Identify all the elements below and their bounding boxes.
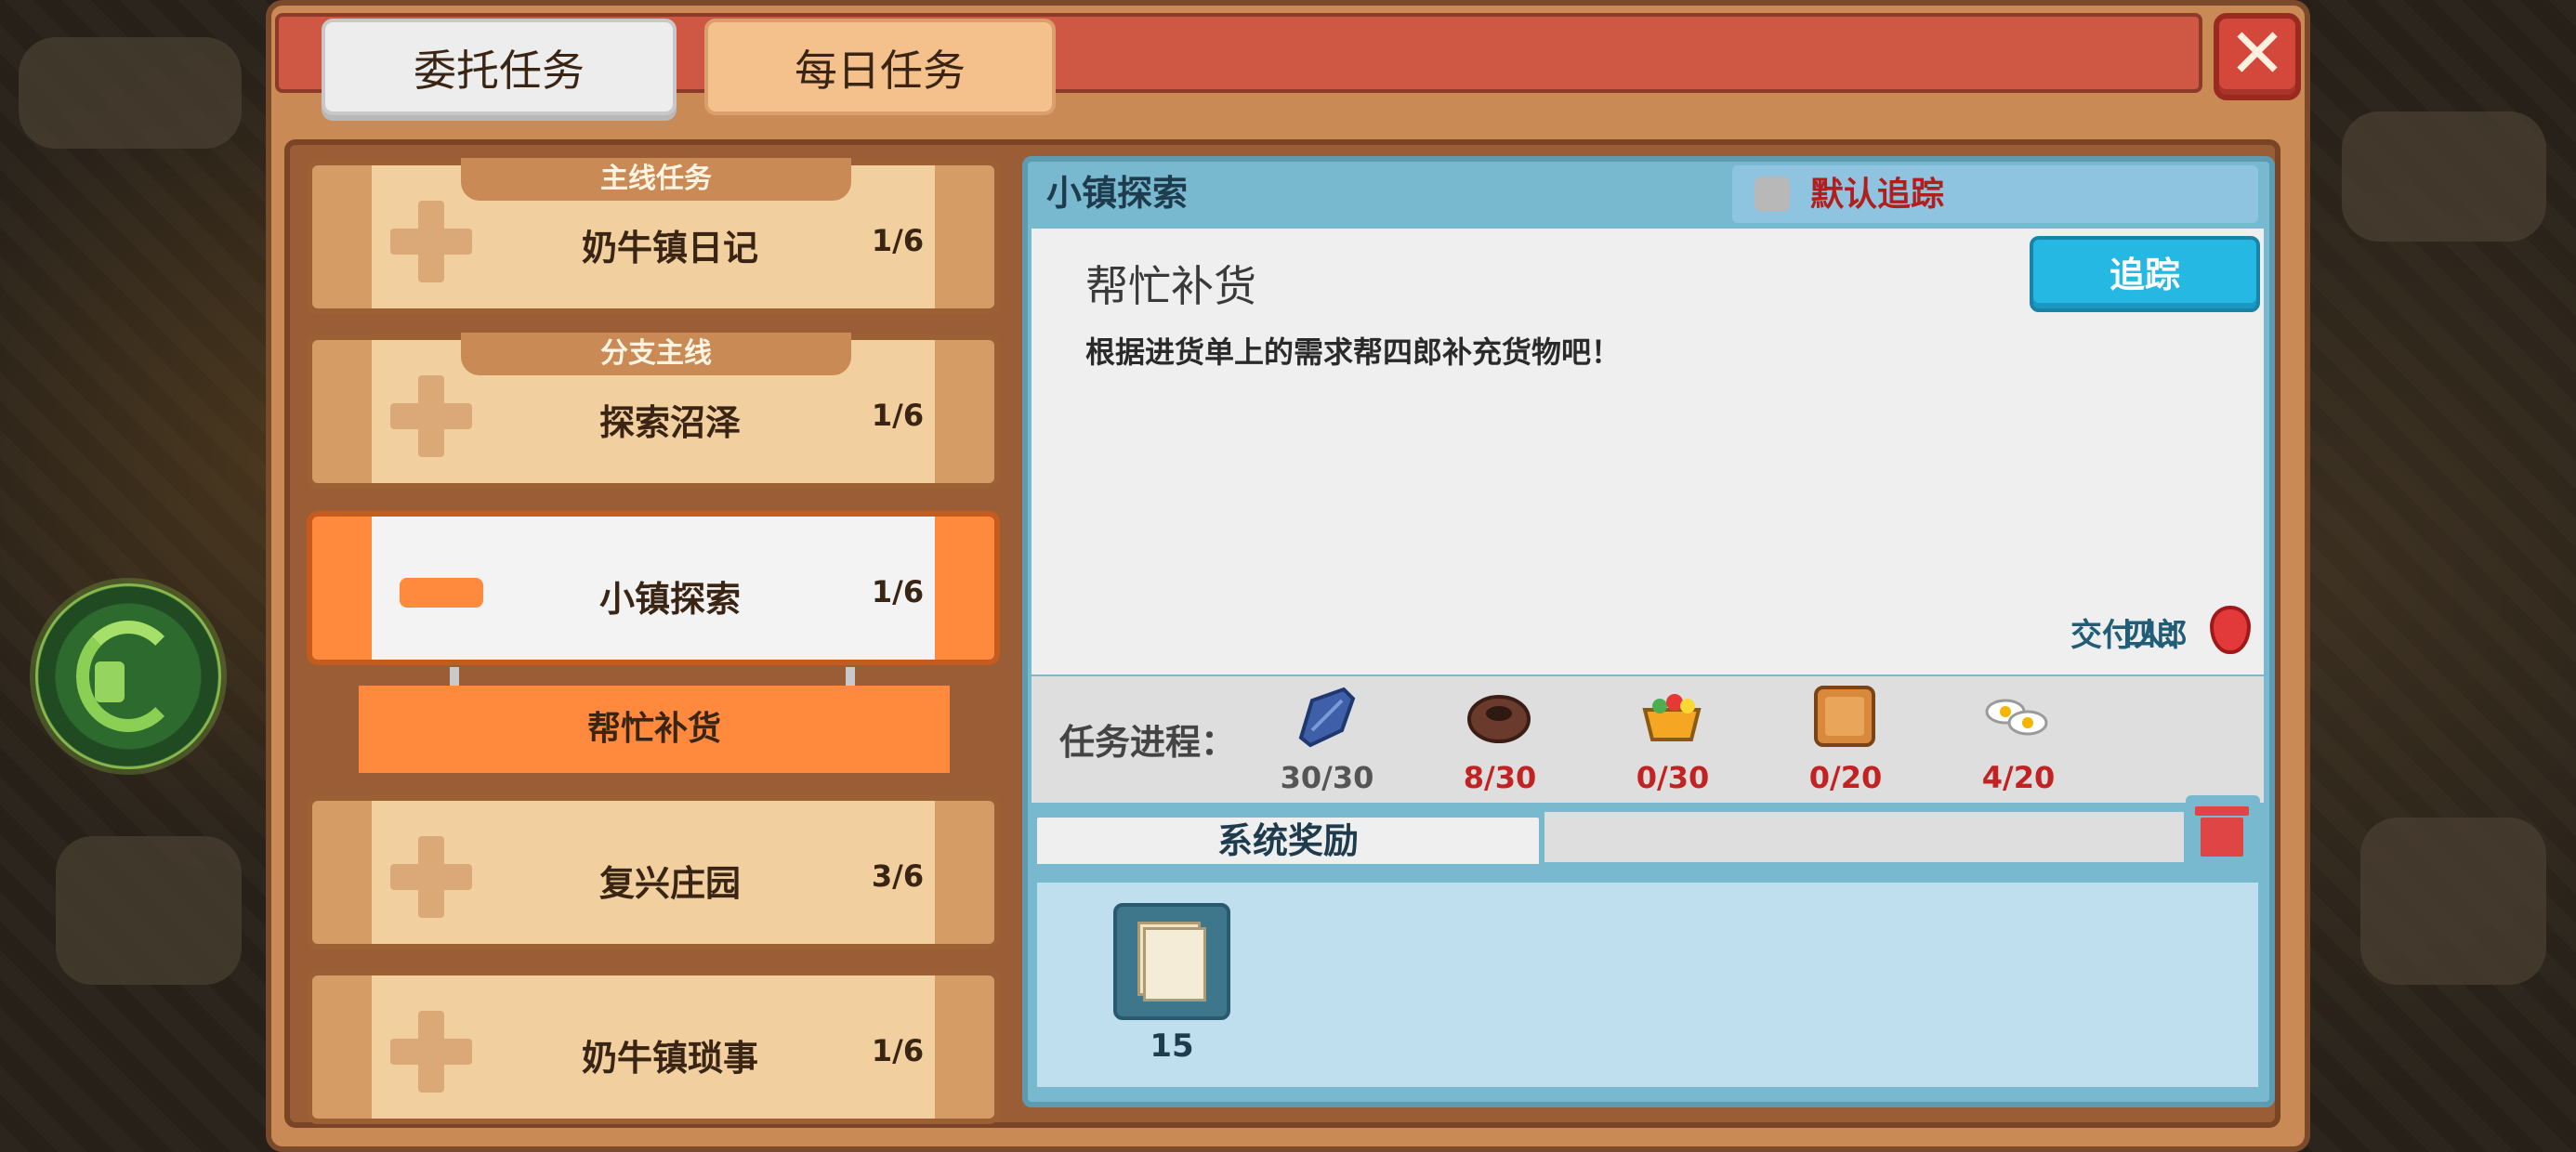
quest-progress: 3/6 <box>871 858 925 894</box>
deliver-name: 四郎 <box>2124 617 2188 654</box>
trash-button[interactable] <box>2186 795 2260 866</box>
item-count: 30/30 <box>1280 760 1374 795</box>
plus-icon <box>390 201 472 282</box>
quest-name: 奶牛镇日记 <box>581 228 758 268</box>
clay-pot-icon <box>1465 682 1533 751</box>
quest-progress: 1/6 <box>871 398 925 433</box>
default-track-checkbox[interactable] <box>1755 177 1790 212</box>
track-button[interactable]: 追踪 <box>2030 236 2260 312</box>
quest-item[interactable]: 分支主线 探索沼泽 1/6 <box>307 333 1000 489</box>
sub-quest-item[interactable]: 帮忙补货 <box>359 686 950 773</box>
item-count: 4/20 <box>1981 760 2056 795</box>
blue-fish-icon <box>1292 682 1360 751</box>
quest-category: 主线任务 <box>461 158 851 201</box>
rock-decoration <box>2360 818 2546 985</box>
rock-decoration <box>2342 111 2546 242</box>
tab-system-reward[interactable]: 系统奖励 <box>1032 812 1544 870</box>
tab-commission[interactable]: 委托任务 <box>322 19 677 115</box>
plus-icon <box>390 375 472 457</box>
gamepad-icon <box>95 661 125 702</box>
plus-icon <box>390 836 472 918</box>
quest-category: 分支主线 <box>461 333 851 375</box>
item-count: 8/30 <box>1463 760 1537 795</box>
trash-icon <box>2195 806 2249 816</box>
quest-item[interactable]: 奶牛镇琐事 1/6 <box>307 970 1000 1124</box>
quest-progress: 1/6 <box>871 1033 925 1068</box>
rock-decoration <box>19 37 242 149</box>
close-button[interactable]: ✕ <box>2214 13 2301 100</box>
quest-name: 奶牛镇琐事 <box>581 1038 758 1079</box>
quest-item-active[interactable]: 小镇探索 1/6 <box>307 511 1000 665</box>
item-count: 0/20 <box>1808 760 1883 795</box>
document-reward-icon[interactable] <box>1113 903 1230 1020</box>
reward-count: 15 <box>1150 1028 1194 1065</box>
quest-item[interactable]: 主线任务 奶牛镇日记 1/6 <box>307 158 1000 314</box>
progress-label: 任务进程： <box>1059 722 1237 763</box>
quest-title: 帮忙补货 <box>1085 261 1256 311</box>
salad-bowl-icon <box>1637 682 1706 751</box>
default-track-label[interactable]: 默认追踪 <box>1810 167 2108 223</box>
quest-progress: 1/6 <box>871 223 925 258</box>
item-count: 0/30 <box>1636 760 1710 795</box>
plus-icon <box>390 1011 472 1093</box>
quest-name: 探索沼泽 <box>598 402 741 443</box>
minus-icon <box>400 578 483 608</box>
quest-name: 复兴庄园 <box>598 863 741 904</box>
joystick-ring-icon <box>76 621 180 732</box>
paper-icon <box>1143 927 1206 1001</box>
trash-icon <box>2201 818 2243 857</box>
quest-description: 根据进货单上的需求帮四郎补充货物吧！ <box>1085 334 1622 370</box>
rock-decoration <box>56 836 242 985</box>
quest-name: 小镇探索 <box>598 579 741 620</box>
detail-header: 小镇探索 <box>1046 173 1189 214</box>
gamepad-joystick[interactable] <box>35 583 221 769</box>
tab-daily[interactable]: 每日任务 <box>704 19 1056 115</box>
quest-item[interactable]: 复兴庄园 3/6 <box>307 795 1000 949</box>
fried-egg-icon <box>1983 682 2052 751</box>
quest-progress: 1/6 <box>871 574 925 609</box>
bread-icon <box>1810 682 1879 751</box>
reward-tab-strip <box>1544 812 2184 862</box>
